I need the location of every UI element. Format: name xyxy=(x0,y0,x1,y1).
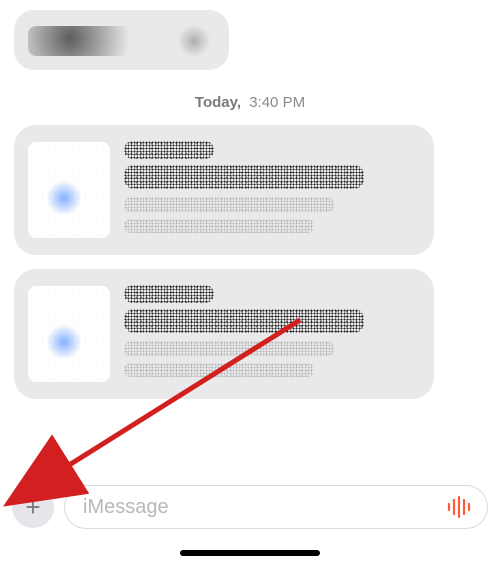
timestamp-day: Today, xyxy=(195,94,241,111)
received-attachment-bubble[interactable] xyxy=(14,125,434,255)
redacted-content xyxy=(124,137,420,243)
attachment-thumbnail[interactable] xyxy=(28,286,110,382)
message-input[interactable] xyxy=(83,496,445,519)
timestamp-time: 3:40 PM xyxy=(249,94,305,111)
attachment-thumbnail[interactable] xyxy=(28,142,110,238)
audio-waveform-icon[interactable] xyxy=(445,496,473,518)
message-thread: Today, 3:40 PM xyxy=(0,0,500,413)
redacted-content xyxy=(124,281,420,387)
received-message-bubble[interactable] xyxy=(14,10,229,70)
received-attachment-bubble[interactable] xyxy=(14,269,434,399)
timestamp-divider: Today, 3:40 PM xyxy=(10,94,490,111)
redacted-content xyxy=(14,10,229,70)
home-indicator[interactable] xyxy=(180,550,320,556)
plus-icon: + xyxy=(25,494,40,520)
add-attachment-button[interactable]: + xyxy=(12,486,54,528)
composer-bar: + xyxy=(0,482,500,532)
message-input-container[interactable] xyxy=(64,485,488,529)
